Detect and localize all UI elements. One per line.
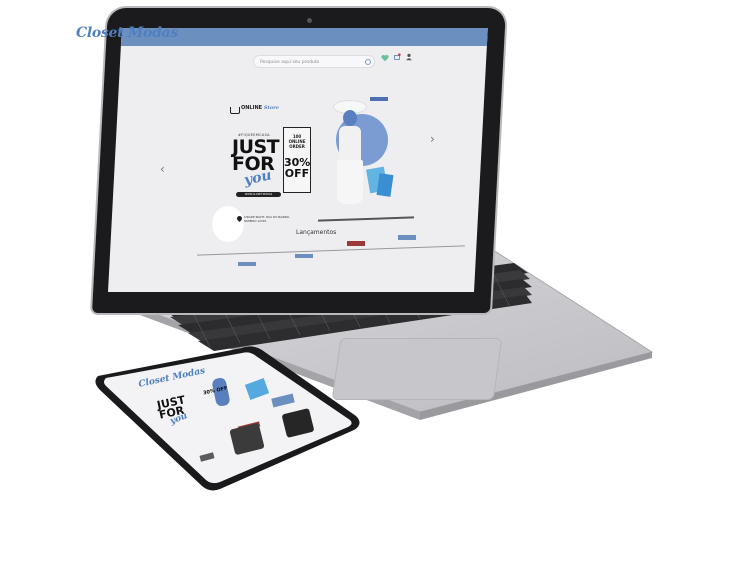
carousel-next-arrow[interactable]: › <box>430 132 435 146</box>
section-title-releases: Lançamentos <box>296 229 337 236</box>
store-address: CIDADE RIGHT, RUA DO BAIRRO, NÚMERO 1234… <box>244 215 290 223</box>
search-placeholder: Pesquise aqui seu produto <box>260 60 320 65</box>
search-icon[interactable] <box>365 59 371 65</box>
product-tag-bottom-2 <box>295 254 313 258</box>
product-tag-bottom-1 <box>238 262 256 266</box>
hero-tag <box>370 97 388 101</box>
model-image <box>333 100 367 218</box>
site-logo[interactable]: Closet Modas <box>76 25 178 41</box>
user-icon[interactable] <box>405 53 413 61</box>
carousel-prev-arrow[interactable]: ‹ <box>160 162 165 176</box>
smartphone <box>95 346 360 491</box>
shop-url-pill[interactable]: WWW.CLOSET.MODAS <box>236 192 281 197</box>
webcam-icon <box>307 18 312 23</box>
cart-icon[interactable] <box>393 53 401 61</box>
product-tag-blue <box>398 235 416 240</box>
shopping-cart-icon <box>230 107 240 114</box>
heart-icon[interactable] <box>381 54 389 62</box>
product-tag-red <box>347 241 365 246</box>
white-circle-overlay <box>212 206 244 242</box>
offer-box: 100 ONLINE ORDER 30% OFF <box>283 127 311 193</box>
search-input[interactable]: Pesquise aqui seu produto <box>253 55 375 68</box>
online-store-badge: ONLINE Store <box>241 105 279 111</box>
hero-headline: JUST FOR <box>232 136 280 175</box>
